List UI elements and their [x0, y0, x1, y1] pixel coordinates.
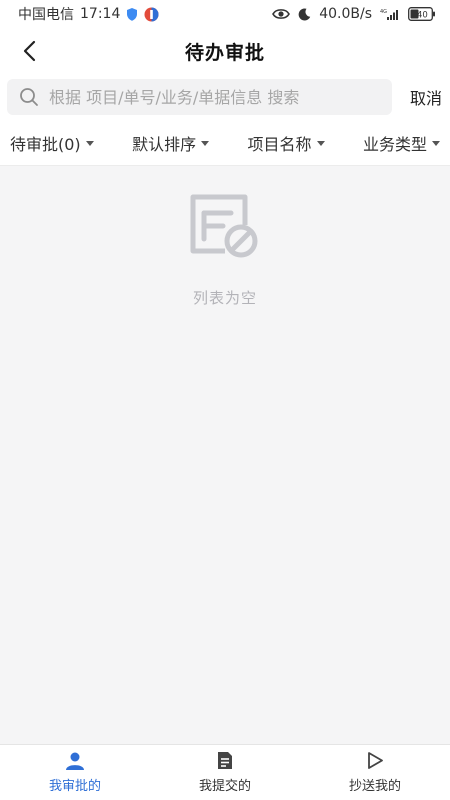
svg-text:4G: 4G: [380, 9, 387, 15]
moon-icon: [298, 8, 311, 21]
filter-project[interactable]: 项目名称: [248, 131, 325, 155]
back-button[interactable]: [14, 36, 44, 66]
caret-down-icon: [431, 141, 440, 146]
filter-status[interactable]: 待审批(0): [10, 131, 94, 155]
filter-sort[interactable]: 默认排序: [132, 131, 210, 155]
search-row: 取消: [0, 74, 450, 120]
network-speed: 40.0B/s: [319, 6, 372, 22]
signal-icon: 4G: [380, 8, 400, 21]
search-icon: [20, 88, 38, 106]
clock-time: 17:14: [80, 6, 121, 22]
status-bar: 中国电信 17:14 40.0B/s 4G 40: [0, 0, 450, 28]
filter-status-label: 待审批(0): [10, 134, 81, 154]
bottom-tab-bar: 我审批的 我提交的 抄送我的: [0, 744, 450, 800]
status-right: 40.0B/s 4G 40: [272, 6, 436, 22]
filter-project-label: 项目名称: [247, 134, 312, 154]
caret-down-icon: [85, 141, 94, 146]
filter-business-type-label: 业务类型: [362, 134, 427, 154]
person-icon: [66, 752, 84, 770]
tab-my-approvals-label: 我审批的: [48, 778, 101, 794]
chevron-left-icon: [23, 40, 36, 62]
empty-state: 列表为空: [0, 191, 450, 308]
shield-icon: [126, 7, 138, 21]
caret-down-icon: [316, 141, 325, 146]
app-badge-icon: [144, 7, 159, 22]
tab-my-approvals[interactable]: 我审批的: [0, 745, 150, 800]
document-icon: [218, 752, 232, 769]
tab-my-submissions-label: 我提交的: [198, 779, 251, 794]
search-box[interactable]: [7, 79, 392, 115]
page-title: 待办审批: [184, 41, 265, 64]
svg-text:40: 40: [417, 10, 428, 20]
carrier-name: 中国电信: [18, 7, 74, 23]
cancel-button[interactable]: 取消: [392, 85, 442, 109]
empty-state-text: 列表为空: [192, 289, 257, 307]
filter-sort-label: 默认排序: [132, 134, 197, 154]
filter-row: 待审批(0) 默认排序 项目名称 业务类型: [0, 120, 450, 166]
list-area[interactable]: 列表为空: [0, 167, 450, 744]
empty-document-icon: [190, 194, 258, 258]
eye-icon: [272, 8, 291, 20]
nav-bar: 待办审批: [0, 28, 450, 74]
caret-down-icon: [201, 141, 210, 146]
filter-business-type[interactable]: 业务类型: [363, 131, 440, 155]
tab-cc-to-me-label: 抄送我的: [348, 779, 401, 794]
battery-icon: 40: [408, 7, 436, 21]
tab-cc-to-me[interactable]: 抄送我的: [300, 745, 450, 800]
play-icon: [368, 752, 383, 769]
status-left: 中国电信 17:14: [18, 4, 159, 24]
search-input[interactable]: [49, 87, 380, 107]
tab-my-submissions[interactable]: 我提交的: [150, 745, 300, 800]
